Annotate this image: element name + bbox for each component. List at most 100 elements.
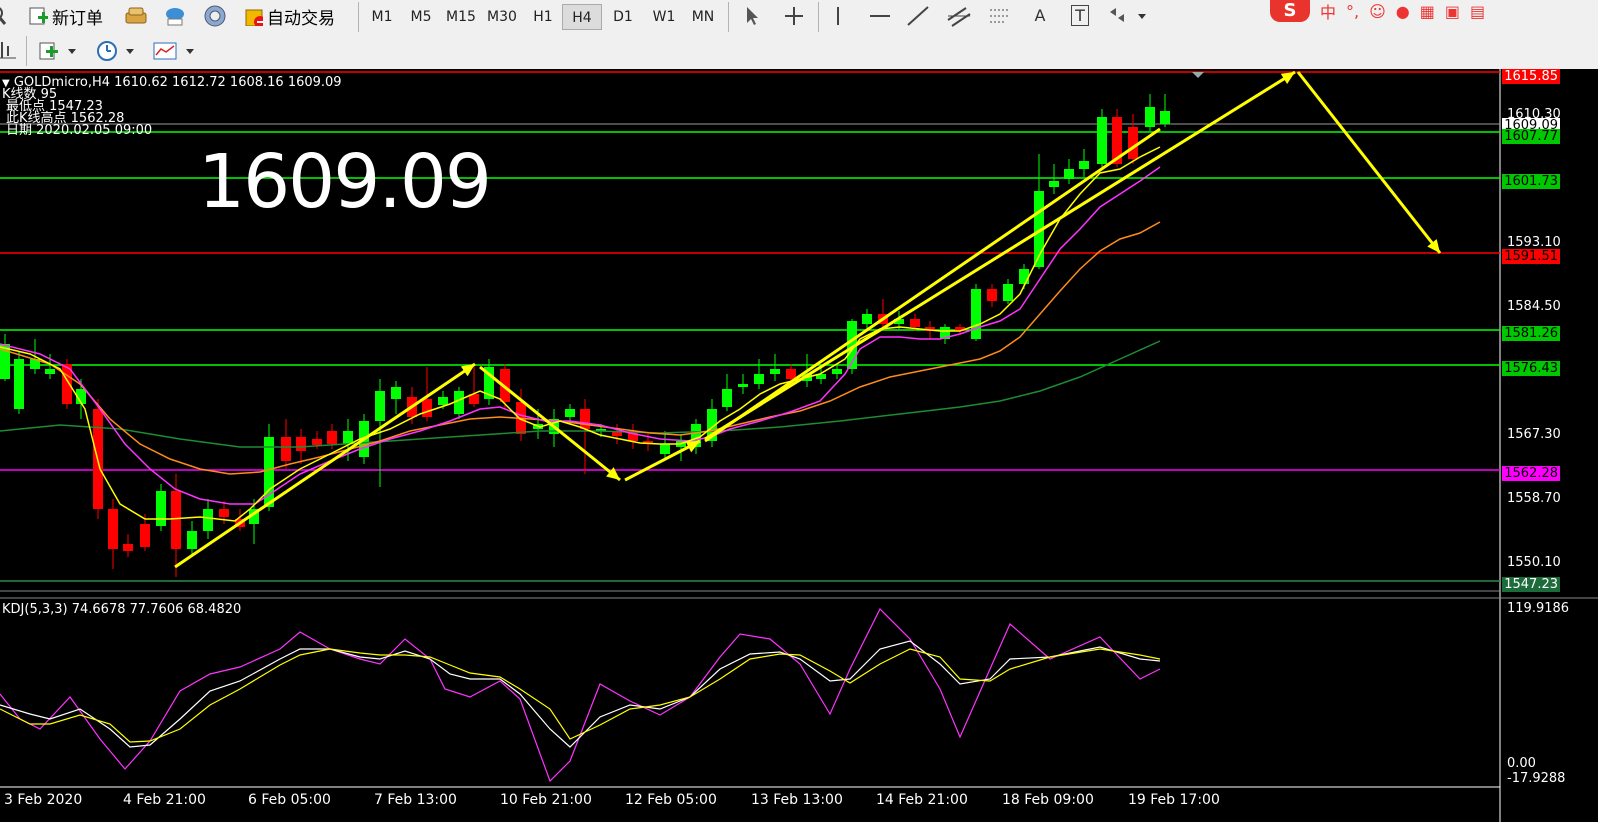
y-tick-label: 1567.30 bbox=[1507, 427, 1561, 442]
price-label-level: 1576.43 bbox=[1502, 361, 1560, 376]
y-tick-label: 1584.50 bbox=[1507, 299, 1561, 314]
y-tick-label: 1593.10 bbox=[1507, 235, 1561, 250]
ime-mode[interactable]: 中 bbox=[1320, 0, 1336, 23]
bar-chart-icon[interactable] bbox=[0, 40, 20, 64]
fibonacci-icon[interactable] bbox=[988, 6, 1012, 32]
navigator-button[interactable] bbox=[202, 3, 228, 29]
trend-arrow-line bbox=[479, 365, 621, 482]
x-tick-label: 19 Feb 17:00 bbox=[1128, 792, 1220, 808]
price-label-low: 1547.23 bbox=[1502, 577, 1560, 592]
trendline-icon[interactable] bbox=[906, 6, 930, 30]
candle-body bbox=[738, 384, 748, 387]
cursor-icon[interactable] bbox=[740, 6, 764, 30]
ma-fast-line bbox=[0, 146, 1161, 522]
candle-body bbox=[722, 389, 732, 407]
new-order-icon bbox=[29, 7, 48, 25]
tf-m15[interactable]: M15 bbox=[441, 4, 481, 30]
zoom-icon[interactable] bbox=[0, 3, 8, 29]
candle-body bbox=[770, 369, 780, 374]
candle-body bbox=[187, 531, 197, 549]
symbol-ohlc: GOLDmicro,H4 1610.62 1612.72 1608.16 160… bbox=[13, 75, 342, 90]
candle-body bbox=[45, 369, 55, 374]
text-tool-icon[interactable]: A bbox=[1028, 6, 1052, 25]
price-label-level: 1562.28 bbox=[1502, 466, 1560, 481]
candle-body bbox=[203, 509, 213, 531]
kdj-k-line bbox=[0, 607, 1161, 783]
candle-body bbox=[108, 509, 118, 549]
candle-body bbox=[786, 369, 796, 379]
mic-icon[interactable]: ● bbox=[1396, 2, 1410, 21]
candle-body bbox=[987, 289, 997, 301]
y-tick-label: 1558.70 bbox=[1507, 491, 1561, 506]
auto-trade-icon bbox=[245, 9, 263, 26]
candle-body bbox=[140, 524, 150, 547]
x-tick-label: 3 Feb 2020 bbox=[4, 792, 83, 808]
tf-h1[interactable]: H1 bbox=[523, 4, 563, 30]
candle-body bbox=[454, 391, 464, 414]
kdj-tick-label: 0.00 bbox=[1507, 756, 1536, 771]
vertical-line-icon[interactable] bbox=[826, 6, 850, 30]
candle-body bbox=[565, 409, 575, 417]
candle-body bbox=[832, 369, 842, 374]
tf-mn[interactable]: MN bbox=[683, 4, 723, 30]
candle-body bbox=[123, 544, 133, 551]
signal-icon bbox=[204, 5, 226, 27]
channel-icon[interactable] bbox=[946, 6, 971, 32]
data-window-button[interactable] bbox=[162, 3, 188, 29]
keyboard-icon[interactable]: ▦ bbox=[1420, 2, 1435, 21]
shift-marker-icon bbox=[1192, 72, 1204, 78]
candle-body bbox=[971, 289, 981, 339]
candle-body bbox=[1064, 169, 1074, 179]
tf-d1[interactable]: D1 bbox=[603, 4, 643, 30]
candle-body bbox=[580, 409, 590, 429]
x-tick-label: 18 Feb 09:00 bbox=[1002, 792, 1094, 808]
tf-w1[interactable]: W1 bbox=[644, 4, 684, 30]
tf-m5[interactable]: M5 bbox=[401, 4, 441, 30]
kdj-label: KDJ(5,3,3) 74.6678 77.7606 68.4820 bbox=[2, 602, 242, 617]
trend-arrow-line bbox=[174, 362, 476, 569]
candle-body bbox=[910, 319, 920, 327]
new-order-button[interactable]: 新订单 bbox=[28, 3, 103, 29]
toolbox-icon[interactable]: ▣ bbox=[1445, 2, 1460, 21]
x-tick-label: 10 Feb 21:00 bbox=[500, 792, 592, 808]
ime-punct[interactable]: °, bbox=[1346, 2, 1359, 21]
candle-body bbox=[1019, 269, 1029, 284]
tf-m30[interactable]: M30 bbox=[482, 4, 522, 30]
market-watch-button[interactable] bbox=[124, 3, 148, 29]
tf-h4[interactable]: H4 bbox=[562, 4, 602, 30]
x-tick-label: 6 Feb 05:00 bbox=[248, 792, 331, 808]
candle-body bbox=[14, 359, 24, 409]
auto-trade-label: 自动交易 bbox=[267, 8, 335, 29]
info-line-date: 日期 2020.02.05 09:00 bbox=[6, 123, 153, 138]
skin-icon[interactable]: ▤ bbox=[1470, 2, 1485, 21]
periods-clock-icon[interactable] bbox=[96, 40, 134, 66]
arrows-dropdown-icon[interactable] bbox=[1108, 6, 1146, 30]
cloud-icon bbox=[166, 8, 184, 26]
text-label-tool-letter: T bbox=[1071, 5, 1089, 26]
toolbar-separator bbox=[358, 2, 359, 32]
trend-arrow-head bbox=[460, 364, 475, 377]
trend-arrow-line bbox=[704, 70, 1296, 441]
tf-m1[interactable]: M1 bbox=[362, 4, 402, 30]
toolbar-separator bbox=[818, 2, 819, 32]
ime-status-bar: S 中 °, ☺ ● ▦ ▣ ▤ bbox=[1270, 0, 1485, 22]
x-tick-label: 7 Feb 13:00 bbox=[374, 792, 457, 808]
x-tick-label: 12 Feb 05:00 bbox=[625, 792, 717, 808]
candle-body bbox=[1049, 181, 1059, 187]
text-label-tool-icon[interactable]: T bbox=[1068, 5, 1092, 26]
templates-icon[interactable] bbox=[152, 40, 194, 66]
candle-body bbox=[1097, 117, 1107, 164]
candle-body bbox=[312, 439, 322, 445]
emoji-icon[interactable]: ☺ bbox=[1369, 2, 1386, 21]
candle-body bbox=[1079, 161, 1089, 169]
main-toolbar: 新订单 自动交易 M1 M5 M15 M30 H1 H4 D1 W1 MN A … bbox=[0, 0, 1598, 35]
x-tick-label: 14 Feb 21:00 bbox=[876, 792, 968, 808]
price-chart-window[interactable]: ▼ GOLDmicro,H4 1610.62 1612.72 1608.16 1… bbox=[0, 69, 1598, 822]
add-indicator-icon[interactable] bbox=[38, 40, 76, 66]
auto-trade-button[interactable]: 自动交易 bbox=[243, 3, 335, 29]
y-tick-label: 1550.10 bbox=[1507, 555, 1561, 570]
crosshair-icon[interactable] bbox=[782, 6, 806, 30]
horizontal-line-icon[interactable] bbox=[868, 6, 892, 30]
ma-slow-line bbox=[0, 221, 1161, 475]
price-label-resistance: 1615.85 bbox=[1502, 69, 1560, 84]
